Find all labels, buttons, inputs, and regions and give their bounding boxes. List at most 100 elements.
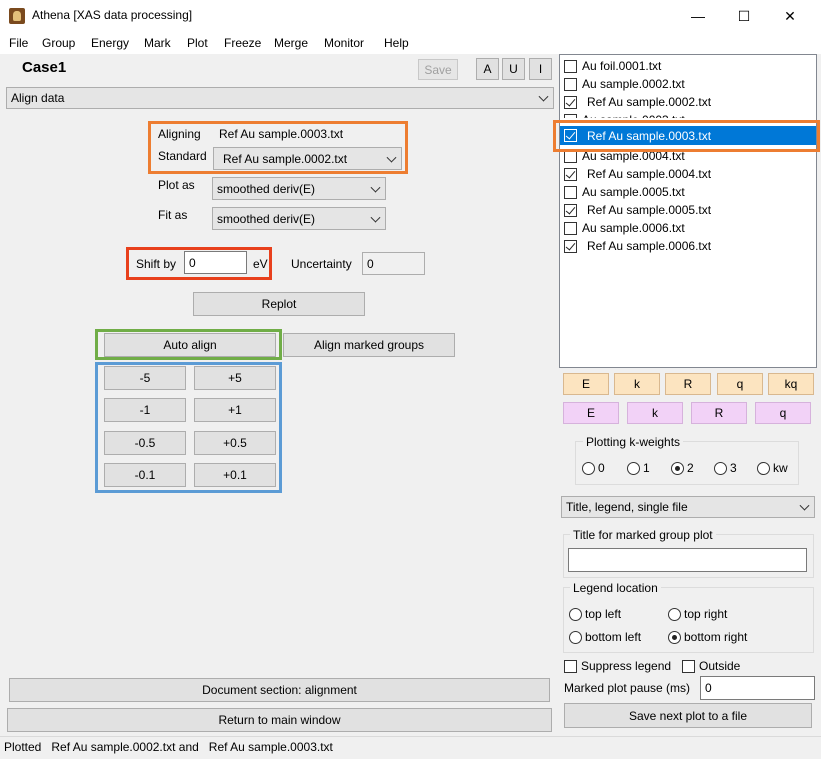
replot-button[interactable]: Replot	[193, 292, 365, 316]
shift-plus-5-button[interactable]: +5	[194, 366, 276, 390]
legend-bottom-right-radio[interactable]: bottom right	[668, 630, 747, 644]
group-checkbox[interactable]	[564, 167, 577, 181]
kweight-2-radio[interactable]: 2	[671, 461, 694, 475]
plot-pause-label: Marked plot pause (ms)	[564, 681, 691, 695]
group-list[interactable]: Au foil.0001.txt Au sample.0002.txt Ref …	[559, 54, 817, 368]
standard-select[interactable]: Ref Au sample.0002.txt	[213, 147, 402, 170]
plot-options-select[interactable]: Title, legend, single file	[561, 496, 815, 518]
shift-plus-1-button[interactable]: +1	[194, 398, 276, 422]
document-section-button[interactable]: Document section: alignment	[9, 678, 550, 702]
radio-circle	[668, 607, 681, 621]
shift-minus-0.5-button[interactable]: -0.5	[104, 431, 186, 455]
window-title: Athena [XAS data processing]	[32, 8, 193, 22]
tool-select-value: Align data	[11, 91, 65, 105]
standard-select-value: Ref Au sample.0002.txt	[223, 151, 348, 166]
fit-as-value: smoothed deriv(E)	[217, 211, 316, 226]
kweight-0-radio[interactable]: 0	[582, 461, 605, 475]
group-list-item[interactable]: Ref Au sample.0005.txt	[560, 201, 816, 219]
menu-group[interactable]: Group	[42, 36, 75, 50]
group-checkbox[interactable]	[564, 59, 577, 73]
group-checkbox[interactable]	[564, 239, 577, 253]
menu-freeze[interactable]: Freeze	[224, 36, 261, 50]
shift-by-label: Shift by	[136, 257, 177, 271]
group-list-item[interactable]: Ref Au sample.0002.txt	[560, 93, 816, 111]
uncertainty-label: Uncertainty	[291, 257, 352, 271]
aligning-label: Aligning	[158, 127, 201, 141]
standard-label: Standard	[158, 149, 207, 163]
plot-single-k-button[interactable]: k	[614, 373, 660, 395]
menu-merge[interactable]: Merge	[274, 36, 308, 50]
plot-single-kq-button[interactable]: kq	[768, 373, 814, 395]
group-checkbox[interactable]	[564, 77, 577, 91]
save-next-plot-button[interactable]: Save next plot to a file	[564, 703, 812, 728]
chevron-down-icon	[386, 152, 397, 163]
group-list-item[interactable]: Au sample.0006.txt	[560, 219, 816, 237]
group-checkbox[interactable]	[564, 203, 577, 217]
shift-minus-1-button[interactable]: -1	[104, 398, 186, 422]
plot-marked-r-button[interactable]: R	[691, 402, 747, 424]
close-button[interactable]: ✕	[767, 0, 813, 32]
plot-marked-k-button[interactable]: k	[627, 402, 683, 424]
shift-by-input[interactable]: 0	[184, 251, 247, 274]
plot-pause-input[interactable]: 0	[700, 676, 815, 700]
group-list-item[interactable]: Au foil.0001.txt	[560, 57, 816, 75]
group-list-item[interactable]: Au sample.0005.txt	[560, 183, 816, 201]
minimize-button[interactable]: —	[675, 0, 721, 32]
menu-energy[interactable]: Energy	[91, 36, 129, 50]
plot-marked-q-button[interactable]: q	[755, 402, 811, 424]
plot-single-q-button[interactable]: q	[717, 373, 763, 395]
marked-title-input[interactable]	[568, 548, 807, 572]
maximize-button[interactable]: ☐	[721, 0, 767, 32]
kweights-title: Plotting k-weights	[583, 435, 684, 449]
project-name: Case1	[22, 59, 67, 76]
shift-minus-0.1-button[interactable]: -0.1	[104, 463, 186, 487]
menu-mark[interactable]: Mark	[144, 36, 171, 50]
plot-marked-e-button[interactable]: E	[563, 402, 619, 424]
legend-top-left-radio[interactable]: top left	[569, 607, 621, 621]
aligning-value: Ref Au sample.0003.txt	[219, 127, 344, 141]
menu-monitor[interactable]: Monitor	[324, 36, 364, 50]
legend-bottom-left-radio[interactable]: bottom left	[569, 630, 641, 644]
plot-single-e-button[interactable]: E	[563, 373, 609, 395]
shift-plus-0.1-button[interactable]: +0.1	[194, 463, 276, 487]
auto-align-button[interactable]: Auto align	[104, 333, 276, 357]
plot-single-r-button[interactable]: R	[665, 373, 711, 395]
group-checkbox[interactable]	[564, 185, 577, 199]
radio-circle	[569, 607, 582, 621]
group-list-item[interactable]: Ref Au sample.0006.txt	[560, 237, 816, 255]
outside-checkbox[interactable]: Outside	[678, 659, 740, 673]
radio-circle	[714, 461, 727, 475]
menu-plot[interactable]: Plot	[187, 36, 208, 50]
radio-circle-selected	[668, 630, 681, 644]
kweight-3-radio[interactable]: 3	[714, 461, 737, 475]
plot-as-select[interactable]: smoothed deriv(E)	[212, 177, 386, 200]
a-button[interactable]: A	[476, 58, 499, 80]
u-button[interactable]: U	[502, 58, 525, 80]
return-main-window-button[interactable]: Return to main window	[7, 708, 552, 732]
tool-select[interactable]: Align data	[6, 87, 554, 109]
menu-help[interactable]: Help	[384, 36, 409, 50]
group-list-item[interactable]: Au sample.0002.txt	[560, 75, 816, 93]
radio-circle-selected	[671, 461, 684, 475]
fit-as-select[interactable]: smoothed deriv(E)	[212, 207, 386, 230]
i-button[interactable]: I	[529, 58, 552, 80]
save-button[interactable]: Save	[418, 59, 458, 80]
shift-plus-0.5-button[interactable]: +0.5	[194, 431, 276, 455]
suppress-legend-checkbox[interactable]: Suppress legend	[560, 659, 671, 673]
checkbox-box	[682, 659, 695, 673]
legend-location-title: Legend location	[570, 581, 661, 595]
status-text: Plotted Ref Au sample.0002.txt and Ref A…	[4, 740, 333, 754]
group-checkbox[interactable]	[564, 95, 577, 109]
uncertainty-field: 0	[362, 252, 425, 275]
radio-circle	[569, 630, 582, 644]
shift-minus-5-button[interactable]: -5	[104, 366, 186, 390]
group-checkbox[interactable]	[564, 221, 577, 235]
kweight-1-radio[interactable]: 1	[627, 461, 650, 475]
kweight-kw-radio[interactable]: kw	[757, 461, 788, 475]
legend-top-right-radio[interactable]: top right	[668, 607, 727, 621]
athena-app-icon	[9, 8, 25, 24]
group-list-item[interactable]: Ref Au sample.0004.txt	[560, 165, 816, 183]
align-marked-groups-button[interactable]: Align marked groups	[283, 333, 455, 357]
plot-options-value: Title, legend, single file	[566, 500, 688, 514]
menu-file[interactable]: File	[9, 36, 28, 50]
